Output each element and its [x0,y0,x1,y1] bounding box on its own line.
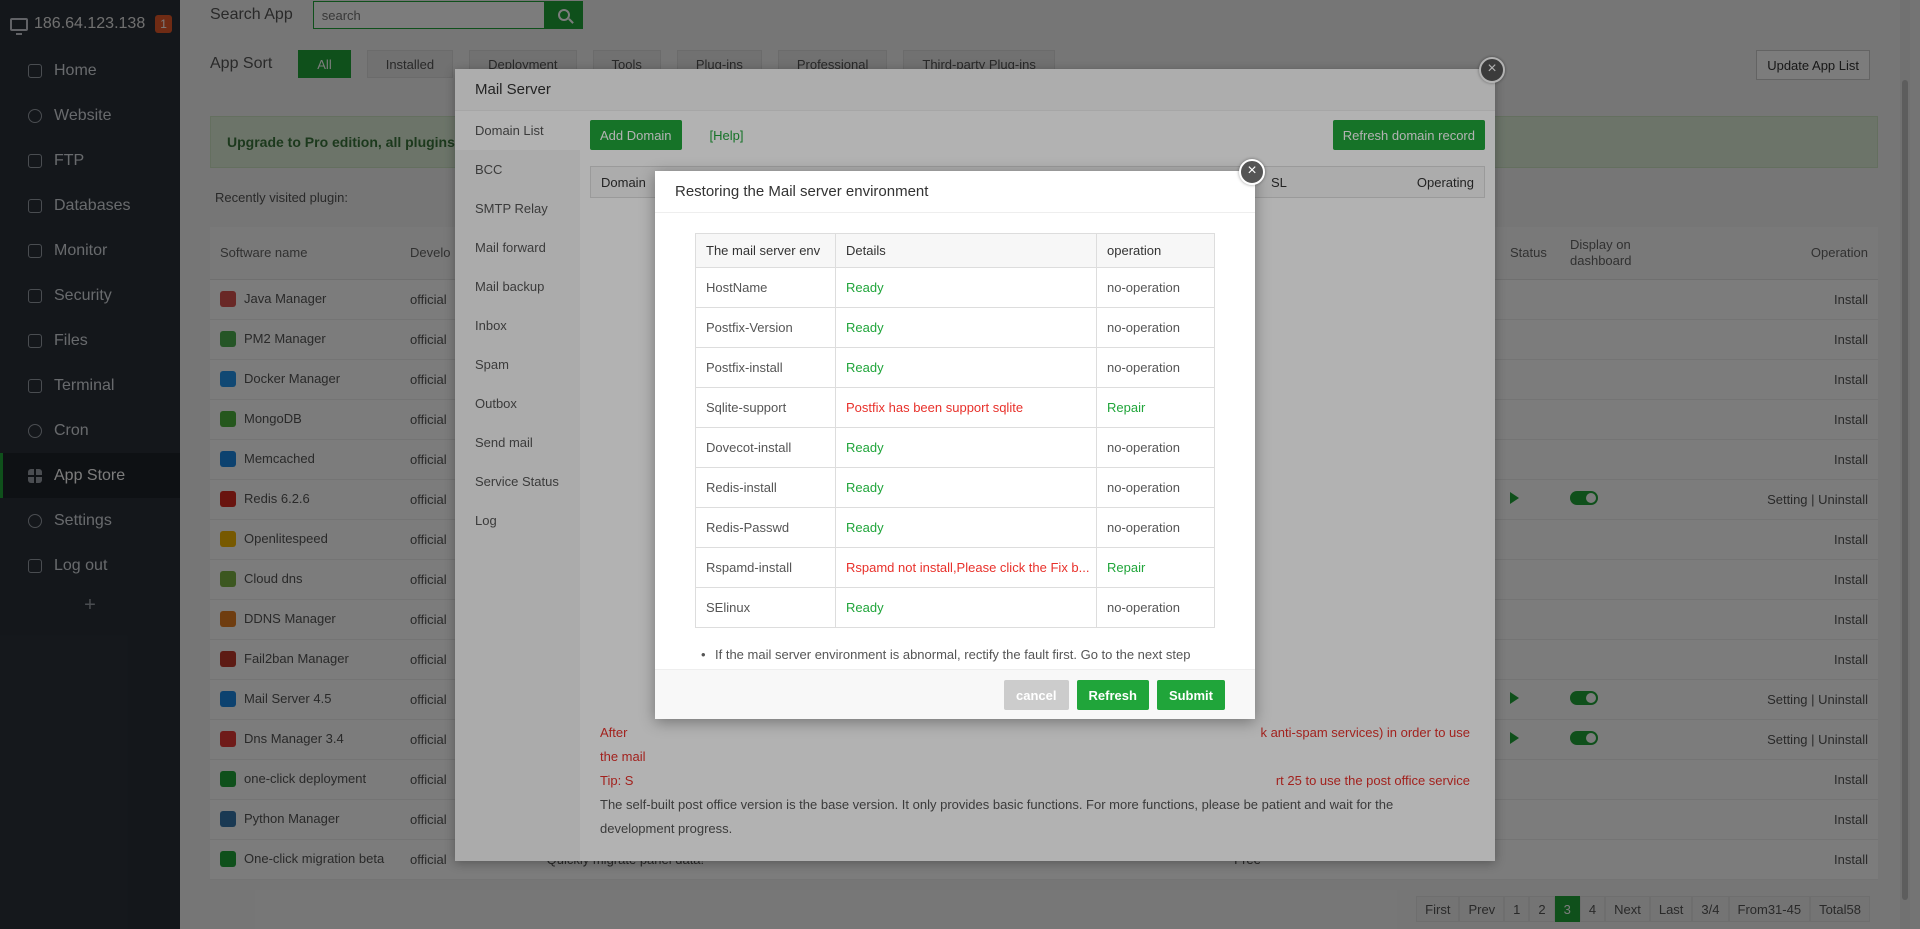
col-env-operation: operation [1096,233,1215,268]
env-row: Redis-Passwd Ready no-operation [695,507,1215,548]
env-detail: Ready [835,267,1097,308]
env-operation: no-operation [1096,427,1215,468]
env-detail: Ready [835,347,1097,388]
env-operation: no-operation [1096,587,1215,628]
env-detail: Postfix has been support sqlite [835,387,1097,428]
repair-link[interactable]: Repair [1096,547,1215,588]
cancel-button[interactable]: cancel [1004,680,1069,710]
refresh-button[interactable]: Refresh [1076,680,1149,710]
repair-link[interactable]: Repair [1096,387,1215,428]
col-env: The mail server env [695,233,836,268]
restore-environment-dialog: Restoring the Mail server environment Th… [655,171,1255,719]
env-name: Redis-install [695,467,836,508]
col-details: Details [835,233,1097,268]
env-name: Sqlite-support [695,387,836,428]
restore-dialog-close-icon[interactable]: × [1239,159,1265,185]
submit-button[interactable]: Submit [1156,680,1225,710]
env-detail: Ready [835,307,1097,348]
env-name: Postfix-Version [695,307,836,348]
restore-dialog-footer: cancel Refresh Submit [655,669,1255,719]
env-row: SElinux Ready no-operation [695,587,1215,628]
env-table: The mail server env Details operation Ho… [695,233,1215,628]
env-row: Postfix-install Ready no-operation [695,347,1215,388]
env-row: Dovecot-install Ready no-operation [695,427,1215,468]
env-name: Postfix-install [695,347,836,388]
env-operation: no-operation [1096,267,1215,308]
env-name: HostName [695,267,836,308]
env-operation: no-operation [1096,347,1215,388]
env-row: Redis-install Ready no-operation [695,467,1215,508]
env-detail: Ready [835,427,1097,468]
env-name: Redis-Passwd [695,507,836,548]
env-name: SElinux [695,587,836,628]
env-name: Dovecot-install [695,427,836,468]
env-detail: Ready [835,467,1097,508]
env-name: Rspamd-install [695,547,836,588]
env-detail: Rspamd not install,Please click the Fix … [835,547,1097,588]
env-operation: no-operation [1096,467,1215,508]
env-row: Postfix-Version Ready no-operation [695,307,1215,348]
env-row: Rspamd-install Rspamd not install,Please … [695,547,1215,588]
env-row: Sqlite-support Postfix has been support s… [695,387,1215,428]
env-detail: Ready [835,507,1097,548]
env-operation: no-operation [1096,307,1215,348]
env-operation: no-operation [1096,507,1215,548]
restore-dialog-title: Restoring the Mail server environment [655,171,1255,213]
env-detail: Ready [835,587,1097,628]
env-row: HostName Ready no-operation [695,267,1215,308]
